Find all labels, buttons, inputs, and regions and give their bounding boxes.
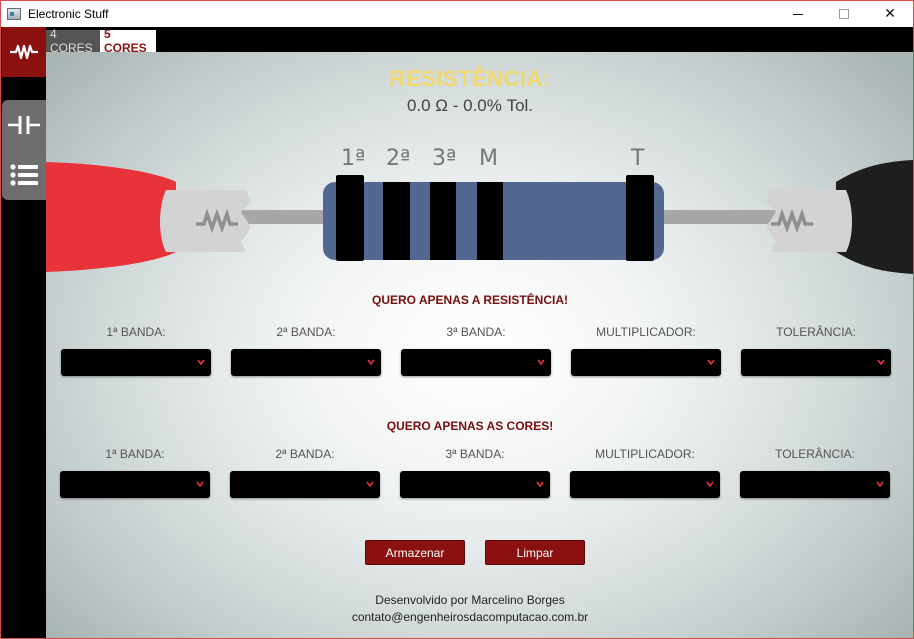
maximize-icon	[839, 9, 849, 19]
res-multiplier-dropdown[interactable]	[571, 349, 721, 376]
tab-strip: 4 CORES 5 CORES	[46, 27, 913, 55]
sidebar-item-capacitor[interactable]	[2, 100, 46, 150]
col-band3-dropdown[interactable]	[400, 471, 550, 498]
left-probe-red	[46, 162, 176, 272]
maximize-button[interactable]	[821, 1, 867, 27]
chevron-down-icon	[367, 359, 375, 366]
resistor-icon	[10, 44, 38, 60]
minimize-icon	[793, 13, 803, 15]
app-icon	[7, 8, 21, 20]
res-band2-label: 2ª BANDA:	[276, 325, 336, 339]
chevron-down-icon	[366, 481, 374, 488]
chevron-down-icon	[197, 359, 205, 366]
clear-button[interactable]: Limpar	[485, 540, 585, 565]
close-button[interactable]: ✕	[867, 1, 913, 27]
col-multiplier-label: MULTIPLICADOR:	[595, 447, 695, 461]
chevron-down-icon	[877, 359, 885, 366]
band-3	[430, 182, 456, 260]
res-band2-dropdown[interactable]	[231, 349, 381, 376]
chevron-down-icon	[196, 481, 204, 488]
sidebar	[1, 27, 46, 638]
chevron-down-icon	[537, 359, 545, 366]
col-multiplier-dropdown[interactable]	[570, 471, 720, 498]
close-icon: ✕	[884, 6, 896, 22]
chevron-down-icon	[706, 481, 714, 488]
col-band2-label: 2ª BANDA:	[275, 447, 335, 461]
col-band3-label: 3ª BANDA:	[445, 447, 505, 461]
capacitor-icon	[8, 116, 40, 134]
col-tolerance-dropdown[interactable]	[740, 471, 890, 498]
res-band3-dropdown[interactable]	[401, 349, 551, 376]
chevron-down-icon	[536, 481, 544, 488]
chevron-down-icon	[876, 481, 884, 488]
section-colors-title: QUERO APENAS AS CORES!	[386, 419, 554, 433]
band-1	[336, 175, 364, 261]
band-2	[383, 182, 410, 260]
sidebar-item-resistor[interactable]	[2, 27, 46, 77]
tab-4-cores[interactable]: 4 CORES	[46, 27, 100, 55]
col-band1-label: 1ª BANDA:	[105, 447, 165, 461]
res-multiplier-label: MULTIPLICADOR:	[596, 325, 696, 339]
res-band1-label: 1ª BANDA:	[106, 325, 166, 339]
minimize-button[interactable]	[775, 1, 821, 27]
footer-developer: Desenvolvido por Marcelino Borges	[375, 593, 565, 607]
res-band1-dropdown[interactable]	[61, 349, 211, 376]
col-band2-dropdown[interactable]	[230, 471, 380, 498]
sidebar-item-list[interactable]	[2, 150, 46, 200]
res-tolerance-label: TOLERÂNCIA:	[776, 325, 856, 339]
main-panel: RESISTÊNCIA: 0.0 Ω - 0.0% Tol. 1ª 2ª 3ª …	[46, 52, 913, 638]
resistance-value: 0.0 Ω - 0.0% Tol.	[406, 96, 534, 115]
tab-5-cores[interactable]: 5 CORES	[100, 27, 156, 55]
window-title: Electronic Stuff	[28, 7, 109, 21]
resistance-title: RESISTÊNCIA:	[389, 66, 551, 91]
app-window: Electronic Stuff ✕ 4 CORES 5 CORES RESIS…	[0, 0, 914, 639]
band-multiplier	[477, 182, 503, 260]
title-bar: Electronic Stuff ✕	[1, 1, 913, 27]
res-band3-label: 3ª BANDA:	[446, 325, 506, 339]
footer-contact: contato@engenheirosdacomputacao.com.br	[351, 610, 589, 624]
col-band1-dropdown[interactable]	[60, 471, 210, 498]
res-tolerance-dropdown[interactable]	[741, 349, 891, 376]
section-resistance-title: QUERO APENAS A RESISTÊNCIA!	[371, 293, 569, 307]
chevron-down-icon	[707, 359, 715, 366]
resistor-illustration	[46, 160, 913, 274]
store-button[interactable]: Armazenar	[365, 540, 465, 565]
col-tolerance-label: TOLERÂNCIA:	[775, 447, 855, 461]
list-icon	[10, 164, 38, 186]
band-tolerance	[626, 175, 654, 261]
